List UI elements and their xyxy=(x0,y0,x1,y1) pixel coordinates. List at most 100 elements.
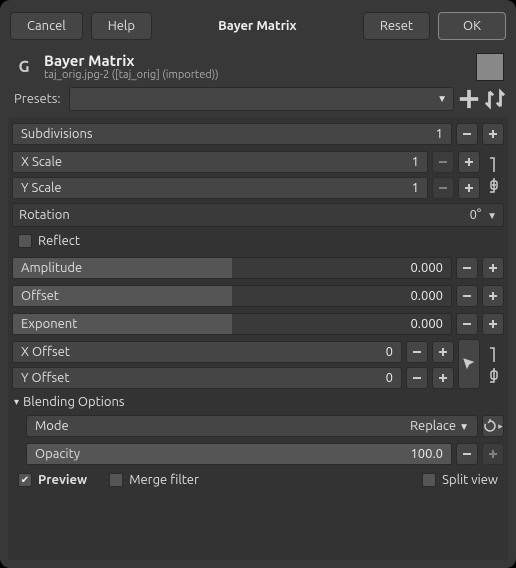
opacity-value: 100.0 xyxy=(410,447,443,461)
cancel-button[interactable]: Cancel xyxy=(10,12,83,40)
preview-checkbox[interactable] xyxy=(18,473,32,487)
color-swatch[interactable] xyxy=(476,53,504,81)
yscale-minus-button[interactable] xyxy=(432,177,454,199)
xscale-plus-button[interactable] xyxy=(458,151,480,173)
params-body: Subdivisions 1 X Scale 1 Y Scale 1 xyxy=(8,117,508,560)
offset-link-icon[interactable] xyxy=(484,368,504,388)
xoffset-value: 0 xyxy=(386,345,393,359)
xscale-minus-button[interactable] xyxy=(432,151,454,173)
preview-label: Preview xyxy=(38,473,87,487)
manage-presets-icon[interactable] xyxy=(484,88,506,110)
dialog-title: Bayer Matrix xyxy=(214,17,300,35)
exponent-minus-button[interactable] xyxy=(456,313,478,335)
yoffset-row: Y Offset 0 xyxy=(12,365,504,391)
reflect-label: Reflect xyxy=(38,234,80,248)
title-bar: G Bayer Matrix taj_orig.jpg-2 ([taj_orig… xyxy=(8,52,508,81)
subdivisions-label: Subdivisions xyxy=(21,127,93,141)
reflect-row: Reflect xyxy=(12,229,504,253)
mode-reset-icon[interactable]: ▸ xyxy=(482,415,504,437)
offset-row: Offset 0.000 xyxy=(12,283,504,309)
opacity-slider[interactable]: Opacity 100.0 xyxy=(26,443,452,465)
subdivisions-row: Subdivisions 1 xyxy=(12,121,504,147)
scale-link-icon[interactable] xyxy=(484,178,504,198)
xoffset-minus-button[interactable] xyxy=(406,341,428,363)
mode-combo[interactable]: Mode Replace ▼ xyxy=(26,415,478,437)
add-preset-icon[interactable] xyxy=(458,88,480,110)
amplitude-slider[interactable]: Amplitude 0.000 xyxy=(12,257,452,279)
chevron-down-icon: ▼ xyxy=(459,421,469,432)
help-button[interactable]: Help xyxy=(91,12,152,40)
yscale-value: 1 xyxy=(412,181,419,195)
gimp-icon: G xyxy=(12,55,36,79)
ok-button[interactable]: OK xyxy=(438,12,506,40)
split-view-label: Split view xyxy=(442,473,498,487)
offset-slider[interactable]: Offset 0.000 xyxy=(12,285,452,307)
xoffset-slider[interactable]: X Offset 0 xyxy=(12,341,402,363)
expander-triangle-icon: ▾ xyxy=(14,396,19,408)
dialog: Cancel Help Bayer Matrix Reset OK G Baye… xyxy=(0,0,516,568)
reflect-checkbox[interactable] xyxy=(18,234,32,248)
xscale-slider[interactable]: X Scale 1 xyxy=(12,151,428,173)
blending-expander[interactable]: ▾ Blending Options xyxy=(12,393,504,411)
mode-row: Mode Replace ▼ ▸ xyxy=(26,413,504,439)
xscale-label: X Scale xyxy=(21,155,62,169)
subdivisions-slider[interactable]: Subdivisions 1 xyxy=(12,123,452,145)
layer-name: taj_orig.jpg-2 ([taj_orig] (imported)) xyxy=(44,69,468,81)
blending-content: Mode Replace ▼ ▸ Opacity 100.0 xyxy=(12,413,504,467)
offset-plus-button[interactable] xyxy=(482,285,504,307)
footer-row: Preview Merge filter Split view xyxy=(12,469,504,491)
yoffset-plus-button[interactable] xyxy=(432,367,454,389)
subdivisions-plus-button[interactable] xyxy=(482,123,504,145)
rotation-label: Rotation xyxy=(19,208,70,222)
xoffset-label: X Offset xyxy=(21,345,70,359)
yscale-row: Y Scale 1 xyxy=(12,175,504,201)
subdivisions-minus-button[interactable] xyxy=(456,123,478,145)
opacity-label: Opacity xyxy=(35,447,80,461)
amplitude-row: Amplitude 0.000 xyxy=(12,255,504,281)
xoffset-plus-button[interactable] xyxy=(432,341,454,363)
yscale-slider[interactable]: Y Scale 1 xyxy=(12,177,428,199)
top-button-bar: Cancel Help Bayer Matrix Reset OK xyxy=(8,8,508,46)
opacity-plus-button[interactable] xyxy=(482,443,504,465)
offset-link-top xyxy=(484,342,504,362)
amplitude-minus-button[interactable] xyxy=(456,257,478,279)
amplitude-label: Amplitude xyxy=(21,261,82,275)
yoffset-label: Y Offset xyxy=(21,371,69,385)
split-view-checkbox[interactable] xyxy=(422,473,436,487)
presets-combo[interactable]: ▼ xyxy=(69,87,454,111)
reset-button[interactable]: Reset xyxy=(363,12,430,40)
rotation-combo[interactable]: Rotation 0° ▼ xyxy=(12,203,504,227)
yoffset-minus-button[interactable] xyxy=(406,367,428,389)
yscale-plus-button[interactable] xyxy=(458,177,480,199)
filter-name: Bayer Matrix xyxy=(44,52,468,69)
scale-link-top xyxy=(484,152,504,172)
xscale-row: X Scale 1 xyxy=(12,149,504,175)
merge-filter-label: Merge filter xyxy=(129,473,199,487)
offset-minus-button[interactable] xyxy=(456,285,478,307)
exponent-row: Exponent 0.000 xyxy=(12,311,504,337)
rotation-value: 0° xyxy=(470,208,482,222)
presets-row: Presets: ▼ xyxy=(8,87,508,111)
exponent-plus-button[interactable] xyxy=(482,313,504,335)
offset-label: Offset xyxy=(21,289,59,303)
mode-label: Mode xyxy=(35,419,69,433)
yscale-label: Y Scale xyxy=(21,181,62,195)
chevron-down-icon: ▼ xyxy=(487,210,497,221)
exponent-slider[interactable]: Exponent 0.000 xyxy=(12,313,452,335)
xscale-value: 1 xyxy=(412,155,419,169)
yoffset-slider[interactable]: Y Offset 0 xyxy=(12,367,402,389)
presets-label: Presets: xyxy=(10,90,65,108)
offset-value: 0.000 xyxy=(410,289,443,303)
subdivisions-value: 1 xyxy=(436,127,443,141)
amplitude-value: 0.000 xyxy=(410,261,443,275)
yoffset-value: 0 xyxy=(386,371,393,385)
blending-header: Blending Options xyxy=(23,395,125,409)
opacity-row: Opacity 100.0 xyxy=(26,441,504,467)
mode-value: Replace xyxy=(410,419,456,433)
exponent-label: Exponent xyxy=(21,317,77,331)
xoffset-row: X Offset 0 xyxy=(12,339,504,365)
opacity-minus-button[interactable] xyxy=(456,443,478,465)
exponent-value: 0.000 xyxy=(410,317,443,331)
merge-filter-checkbox[interactable] xyxy=(109,473,123,487)
amplitude-plus-button[interactable] xyxy=(482,257,504,279)
